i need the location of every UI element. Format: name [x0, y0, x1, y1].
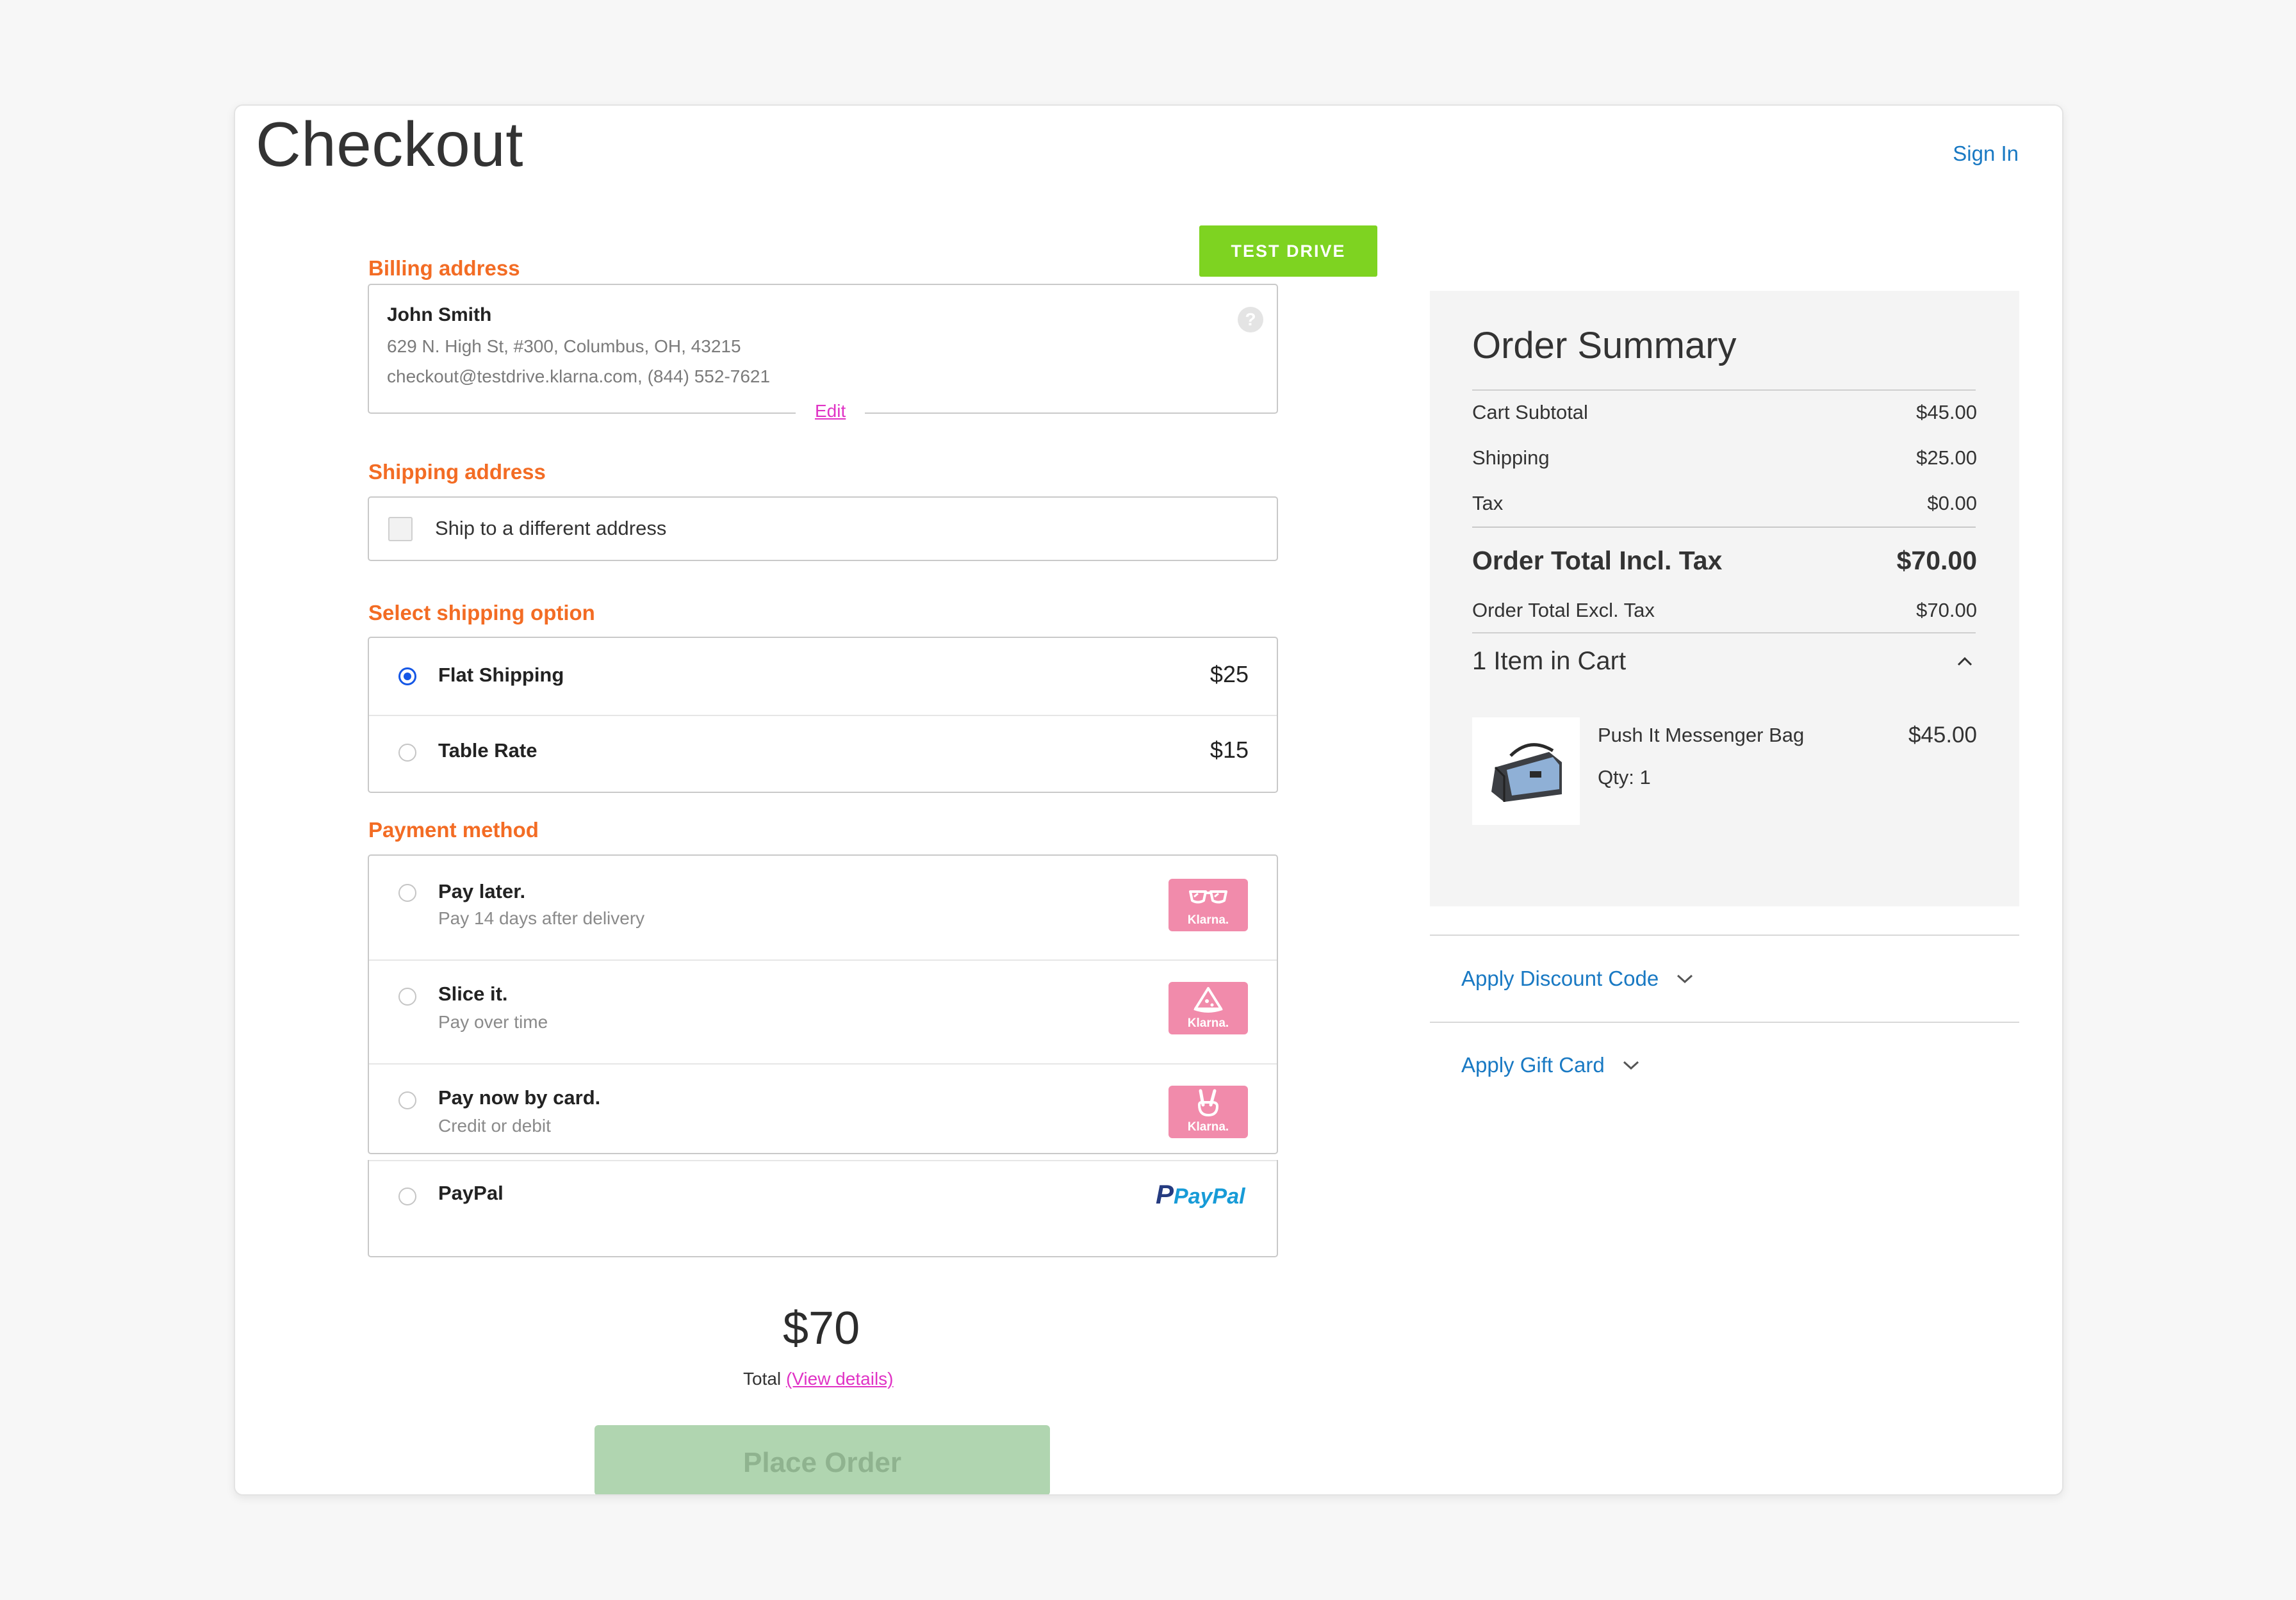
payment-option-sub: Pay 14 days after delivery	[438, 908, 645, 928]
apply-gift-card-toggle[interactable]: Apply Gift Card	[1461, 1049, 1641, 1081]
tax-value: $0.00	[1927, 492, 1977, 514]
chevron-down-icon[interactable]	[1675, 972, 1694, 985]
divider	[1430, 935, 2019, 936]
billing-address-label: Billing address	[368, 256, 520, 280]
item-price: $45.00	[1908, 722, 1977, 747]
klarna-peace-hand-icon: Klarna.	[1168, 1086, 1248, 1138]
ship-different-label[interactable]: Ship to a different address	[435, 517, 666, 540]
divider	[1472, 389, 1976, 391]
paypal-logo: PPayPal	[1156, 1179, 1245, 1209]
messenger-bag-image	[1491, 743, 1562, 802]
sign-in-link[interactable]: Sign In	[1953, 142, 2019, 166]
page-title: Checkout	[256, 109, 524, 179]
shipping-option-price: $25	[1210, 661, 1249, 687]
apply-gift-card-link[interactable]: Apply Gift Card	[1461, 1053, 1605, 1077]
order-summary: Order Summary Cart Subtotal $45.00 Shipp…	[1430, 291, 2019, 906]
shipping-options-box: Flat Shipping $25 Table Rate $15	[368, 637, 1278, 793]
chevron-down-icon[interactable]	[1621, 1059, 1641, 1072]
klarna-logo-text: Klarna.	[1187, 1120, 1229, 1134]
payment-option-paypal[interactable]: PayPal PPayPal	[368, 1160, 1278, 1257]
billing-name: John Smith	[387, 304, 492, 325]
payment-option-pay-now[interactable]: Pay now by card. Credit or debit Klarna.	[369, 1065, 1277, 1167]
pay-later-radio[interactable]	[398, 884, 416, 902]
items-in-cart-title: 1 Item in Cart	[1472, 647, 1627, 675]
tax-label: Tax	[1472, 492, 1504, 514]
checkout-page: Checkout Sign In TEST DRIVE Billing addr…	[234, 104, 2063, 1496]
klarna-pizza-icon: Klarna.	[1168, 982, 1248, 1034]
payment-option-sub: Credit or debit	[438, 1116, 551, 1136]
payment-option-name: Slice it.	[438, 983, 508, 1005]
order-summary-title: Order Summary	[1472, 325, 1737, 366]
slice-it-radio[interactable]	[398, 988, 416, 1006]
shipping-address-label: Shipping address	[368, 460, 546, 484]
payment-option-slice-it[interactable]: Slice it. Pay over time Klarna.	[369, 961, 1277, 1063]
item-name: Push It Messenger Bag	[1598, 724, 1805, 746]
shipping-option-name: Flat Shipping	[438, 664, 564, 686]
paypal-logo-text: PayPal	[1174, 1184, 1245, 1209]
view-details-link[interactable]: (View details)	[786, 1369, 894, 1389]
shipping-address-box: Ship to a different address	[368, 496, 1278, 561]
shipping-option-label: Select shipping option	[368, 601, 595, 624]
payment-method-label: Payment method	[368, 818, 539, 842]
billing-address-box: John Smith 629 N. High St, #300, Columbu…	[368, 284, 1278, 414]
table-rate-radio[interactable]	[398, 744, 416, 762]
chevron-up-icon[interactable]	[1956, 656, 1973, 667]
payment-option-sub: Pay over time	[438, 1012, 548, 1032]
total-amount: $70	[783, 1303, 860, 1354]
order-total-incl-value: $70.00	[1896, 546, 1977, 575]
klarna-logo-text: Klarna.	[1187, 1016, 1229, 1030]
item-qty: Qty: 1	[1598, 766, 1651, 788]
cart-subtotal-label: Cart Subtotal	[1472, 401, 1588, 423]
shipping-option-name: Table Rate	[438, 739, 537, 762]
place-order-button[interactable]: Place Order	[594, 1425, 1050, 1494]
payment-option-name: PayPal	[438, 1182, 504, 1204]
divider	[1472, 632, 1976, 633]
product-thumbnail[interactable]	[1472, 717, 1580, 825]
order-total-excl-label: Order Total Excl. Tax	[1472, 599, 1655, 621]
edit-billing-link[interactable]: Edit	[796, 401, 865, 421]
klarna-sunglasses-icon: Klarna.	[1168, 879, 1248, 931]
shipping-value: $25.00	[1916, 446, 1977, 469]
shipping-option-table-rate[interactable]: Table Rate $15	[369, 716, 1277, 792]
apply-discount-code-toggle[interactable]: Apply Discount Code	[1461, 963, 1694, 995]
test-drive-badge[interactable]: TEST DRIVE	[1199, 225, 1377, 277]
shipping-option-flat[interactable]: Flat Shipping $25	[369, 638, 1277, 715]
flat-shipping-radio[interactable]	[398, 667, 416, 685]
payment-option-pay-later[interactable]: Pay later. Pay 14 days after delivery Kl…	[369, 856, 1277, 959]
divider	[1472, 527, 1976, 528]
items-in-cart-toggle[interactable]: 1 Item in Cart	[1472, 647, 1976, 685]
total-line: Total (View details)	[743, 1369, 894, 1389]
shipping-option-price: $15	[1210, 737, 1249, 763]
payment-methods-box: Pay later. Pay 14 days after delivery Kl…	[368, 854, 1278, 1154]
order-total-incl-label: Order Total Incl. Tax	[1472, 546, 1723, 575]
billing-street: 629 N. High St, #300, Columbus, OH, 4321…	[387, 336, 741, 356]
order-total-excl-value: $70.00	[1916, 599, 1977, 621]
klarna-logo-text: Klarna.	[1187, 913, 1229, 927]
billing-contact: checkout@testdrive.klarna.com, (844) 552…	[387, 366, 771, 386]
help-icon[interactable]: ?	[1238, 307, 1263, 332]
ship-different-checkbox[interactable]	[388, 517, 413, 541]
divider	[1430, 1022, 2019, 1023]
apply-discount-code-link[interactable]: Apply Discount Code	[1461, 967, 1659, 991]
pay-now-radio[interactable]	[398, 1091, 416, 1109]
shipping-label: Shipping	[1472, 446, 1550, 469]
payment-option-name: Pay later.	[438, 880, 526, 902]
divider	[369, 1160, 1277, 1161]
payment-option-name: Pay now by card.	[438, 1086, 601, 1109]
paypal-radio[interactable]	[398, 1188, 416, 1205]
cart-subtotal-value: $45.00	[1916, 401, 1977, 423]
total-label: Total	[743, 1369, 782, 1389]
